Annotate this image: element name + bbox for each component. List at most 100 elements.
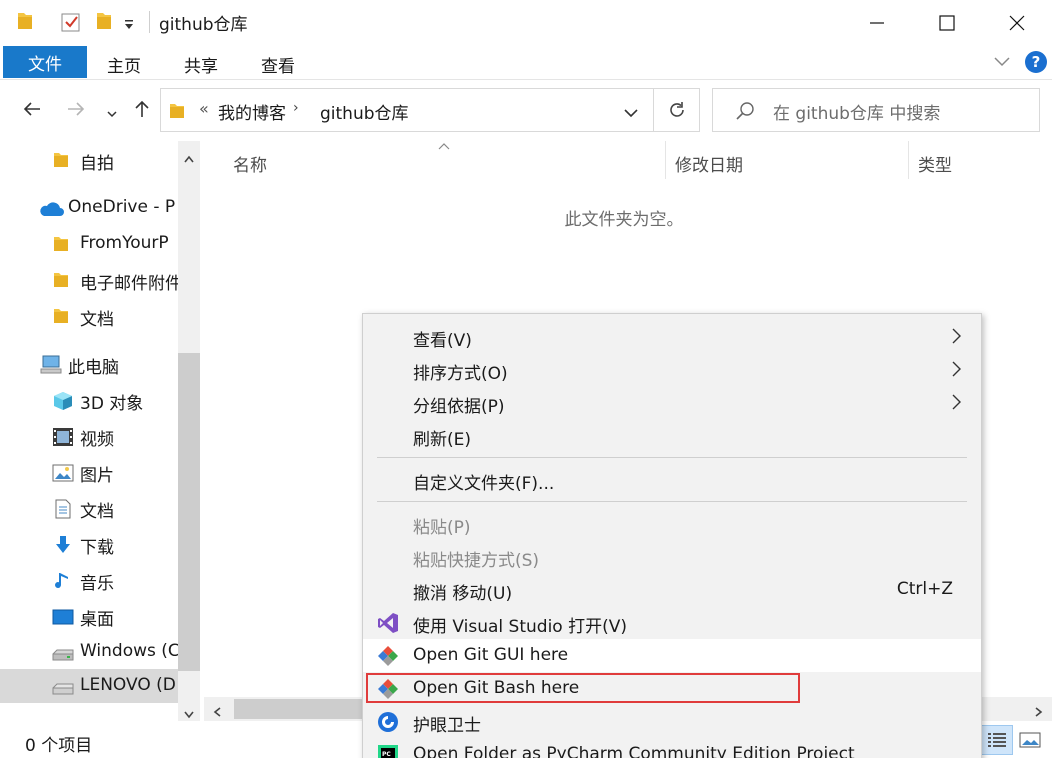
maximize-icon [939, 15, 955, 31]
folder-icon[interactable] [16, 11, 34, 36]
context-menu: 查看(V) 排序方式(O) 分组依据(P) 刷新(E) 自定义文件夹(F)...… [362, 313, 982, 758]
details-view-icon [988, 733, 1006, 747]
nav-item-label: 文档 [80, 502, 114, 522]
customize-toolbar-dropdown-icon[interactable] [123, 16, 135, 36]
nav-item-pictures[interactable]: 图片 [0, 455, 178, 489]
column-header-type[interactable]: 类型 [918, 151, 952, 176]
properties-checkbox-icon[interactable] [60, 11, 82, 38]
menu-item-refresh[interactable]: 刷新(E) [363, 419, 981, 452]
maximize-button[interactable] [912, 0, 982, 46]
menu-item-customize-folder[interactable]: 自定义文件夹(F)... [363, 463, 981, 496]
empty-folder-message: 此文件夹为空。 [564, 210, 684, 230]
column-header-date-modified[interactable]: 修改日期 [675, 151, 743, 176]
recent-locations-chevron-icon[interactable] [106, 105, 118, 125]
menu-item-paste-shortcut: 粘贴快捷方式(S) [363, 540, 981, 573]
minimize-icon [870, 22, 884, 24]
folder-icon [53, 307, 69, 330]
nav-item-documents[interactable]: 文档 [0, 491, 178, 525]
nav-pane-scrollbar-thumb[interactable] [178, 353, 200, 671]
menu-item-label: 粘贴快捷方式(S) [413, 551, 540, 571]
window-title: github仓库 [159, 15, 248, 35]
menu-item-open-git-gui[interactable]: Open Git GUI here [363, 639, 981, 672]
3d-objects-icon [52, 391, 74, 416]
ribbon: 文件 主页 共享 查看 ? [0, 46, 1052, 80]
forward-arrow-icon[interactable] [66, 99, 86, 124]
menu-item-label: 分组依据(P) [413, 397, 505, 417]
minimize-button[interactable] [842, 0, 912, 46]
nav-item-label: 自拍 [80, 154, 114, 174]
nav-item-onedrive-documents[interactable]: 文档 [0, 299, 178, 333]
menu-item-label: 排序方式(O) [413, 364, 508, 384]
details-view-button[interactable] [981, 725, 1013, 755]
back-arrow-icon[interactable] [22, 99, 42, 124]
tab-share[interactable]: 共享 [184, 52, 218, 77]
breadcrumb-overflow[interactable]: « [199, 99, 209, 118]
menu-item-sort-by[interactable]: 排序方式(O) [363, 353, 981, 386]
nav-item-email-attachments[interactable]: 电子邮件附件 [0, 263, 178, 297]
menu-item-open-visual-studio[interactable]: 使用 Visual Studio 打开(V) [363, 606, 981, 639]
refresh-button[interactable] [654, 88, 700, 132]
nav-item-label: 图片 [80, 466, 114, 486]
menu-item-open-pycharm[interactable]: PC Open Folder as PyCharm Community Edit… [363, 738, 981, 758]
nav-item-music[interactable]: 音乐 [0, 563, 178, 597]
nav-item-label: LENOVO (D [80, 675, 176, 695]
close-icon [1009, 15, 1025, 31]
menu-item-label: 使用 Visual Studio 打开(V) [413, 617, 628, 637]
menu-item-view[interactable]: 查看(V) [363, 320, 981, 353]
folder-icon [53, 151, 69, 174]
git-bash-icon [377, 678, 399, 700]
address-history-chevron-icon[interactable] [623, 104, 639, 124]
menu-item-open-git-bash[interactable]: Open Git Bash here [363, 672, 981, 705]
nav-item-fromyourp[interactable]: FromYourP [0, 227, 178, 261]
nav-item-drive-c[interactable]: Windows (C [0, 635, 178, 669]
menu-item-label: Open Git GUI here [413, 645, 569, 665]
search-icon [735, 101, 755, 126]
nav-item-3d-objects[interactable]: 3D 对象 [0, 383, 178, 417]
refresh-icon [669, 102, 684, 117]
breadcrumb-my-blog[interactable]: 我的博客 [218, 99, 286, 124]
folder-icon [53, 235, 69, 258]
breadcrumb-github-repo[interactable]: github仓库 [320, 99, 409, 124]
nav-item-onedrive[interactable]: OneDrive - P [0, 191, 178, 225]
search-input[interactable]: 在 github仓库 中搜索 [773, 99, 940, 124]
drive-icon [52, 647, 74, 667]
nav-pane-scrollbar[interactable] [178, 141, 200, 721]
column-divider[interactable] [908, 141, 909, 179]
address-bar[interactable]: « 我的博客 › github仓库 [160, 88, 654, 132]
menu-item-eye-guard[interactable]: 护眼卫士 [363, 705, 981, 738]
scroll-up-chevron-icon[interactable] [183, 149, 195, 169]
help-button[interactable]: ? [1025, 51, 1047, 73]
nav-item-downloads[interactable]: 下载 [0, 527, 178, 561]
nav-item-this-pc[interactable]: 此电脑 [0, 347, 178, 381]
nav-item-selfie[interactable]: 自拍 [0, 143, 178, 177]
scroll-right-chevron-icon[interactable] [1034, 703, 1044, 723]
pycharm-icon: PC [377, 744, 399, 758]
close-button[interactable] [982, 0, 1052, 46]
navigation-bar: « 我的博客 › github仓库 在 github仓库 中搜索 [0, 81, 1052, 141]
menu-item-group-by[interactable]: 分组依据(P) [363, 386, 981, 419]
submenu-arrow-icon [951, 393, 963, 416]
title-bar: github仓库 [0, 0, 1052, 46]
nav-item-videos[interactable]: 视频 [0, 419, 178, 453]
nav-item-label: 文档 [80, 310, 114, 330]
nav-item-drive-d[interactable]: LENOVO (D [0, 669, 178, 703]
menu-item-shortcut: Ctrl+Z [896, 579, 953, 599]
nav-item-desktop[interactable]: 桌面 [0, 599, 178, 633]
tab-home[interactable]: 主页 [107, 52, 141, 77]
nav-item-label: 视频 [80, 430, 114, 450]
tab-view[interactable]: 查看 [261, 52, 295, 77]
scroll-left-chevron-icon[interactable] [212, 703, 222, 723]
nav-item-label: 桌面 [80, 610, 114, 630]
menu-item-undo-move[interactable]: 撤消 移动(U) Ctrl+Z [363, 573, 981, 606]
new-folder-icon[interactable] [95, 11, 113, 36]
tab-file[interactable]: 文件 [3, 46, 87, 78]
menu-item-label: 刷新(E) [413, 430, 472, 450]
column-divider[interactable] [665, 141, 666, 179]
expand-ribbon-chevron-icon[interactable] [992, 52, 1012, 75]
large-icons-view-button[interactable] [1015, 725, 1045, 755]
search-box[interactable]: 在 github仓库 中搜索 [712, 88, 1040, 132]
column-header-name[interactable]: 名称 [233, 151, 267, 176]
breadcrumb-separator[interactable]: › [293, 100, 299, 116]
up-arrow-icon[interactable] [132, 99, 152, 124]
nav-item-label: 此电脑 [68, 358, 119, 378]
